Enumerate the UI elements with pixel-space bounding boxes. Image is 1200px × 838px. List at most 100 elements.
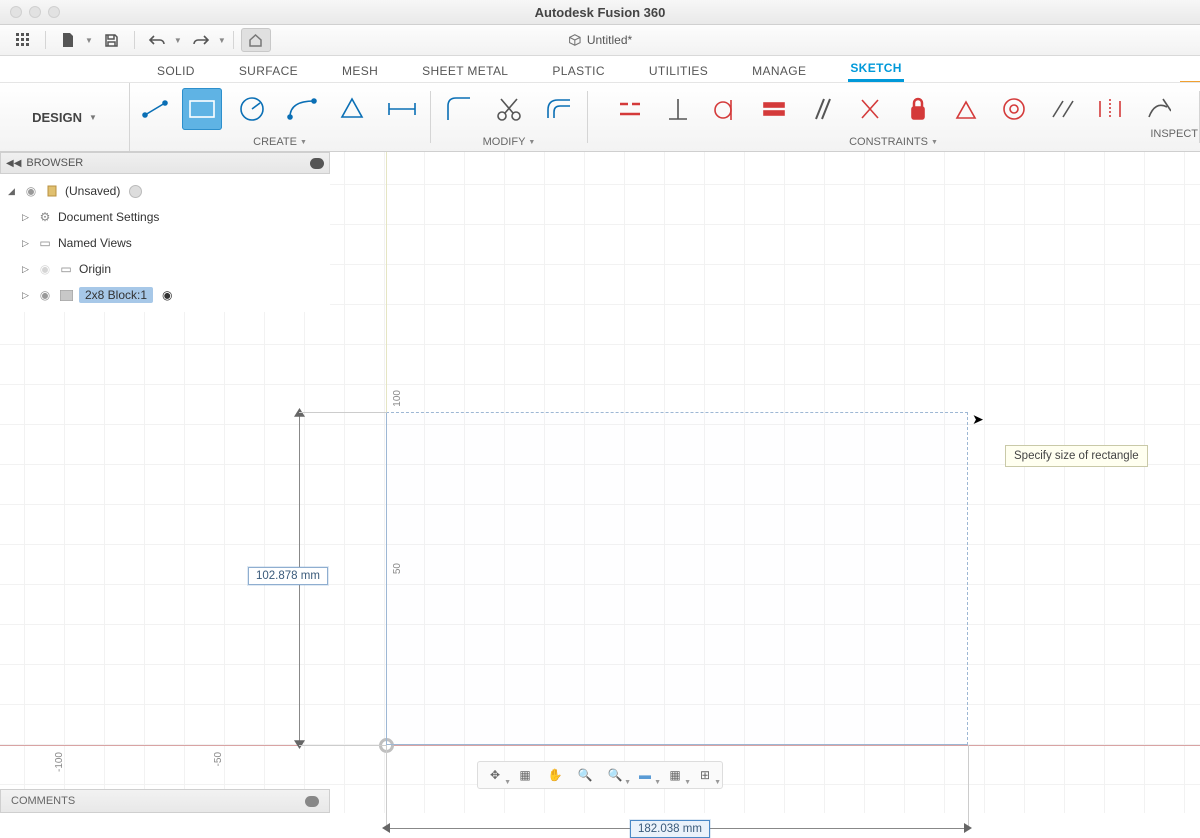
look-at-icon[interactable]: ▦ xyxy=(514,765,536,785)
origin-point-icon[interactable] xyxy=(379,738,394,753)
viewport-icon[interactable]: ⊞▼ xyxy=(694,765,716,785)
height-dimension-input[interactable]: 102.878 mm xyxy=(248,567,328,585)
arrow-up-icon xyxy=(294,408,305,419)
coincident-constraint-icon[interactable] xyxy=(853,88,887,130)
tree-root[interactable]: ◢ ◉ (Unsaved) xyxy=(0,178,330,204)
app-title: Autodesk Fusion 360 xyxy=(535,5,666,20)
perpendicular-constraint-icon[interactable] xyxy=(661,88,695,130)
modify-group-label[interactable]: MODIFY xyxy=(483,134,536,151)
equal-constraint-icon[interactable] xyxy=(757,88,791,130)
undo-icon[interactable] xyxy=(142,28,172,52)
browser-header[interactable]: ◀◀ BROWSER xyxy=(0,152,330,174)
collinear-constraint-icon[interactable] xyxy=(1045,88,1079,130)
expand-icon[interactable] xyxy=(305,796,319,807)
orbit-icon[interactable]: ✥▼ xyxy=(484,765,506,785)
workspace-selector[interactable]: DESIGN xyxy=(0,83,130,151)
folder-icon: ▭ xyxy=(37,236,53,250)
x-axis xyxy=(0,745,1200,746)
cursor-icon: ➤ xyxy=(972,411,984,428)
constraints-group: CONSTRAINTS xyxy=(588,83,1199,151)
undo-dropdown[interactable]: ▼ xyxy=(174,36,182,45)
folder-icon: ▭ xyxy=(58,262,74,276)
new-file-icon[interactable] xyxy=(53,28,83,52)
parallel-constraint-icon[interactable] xyxy=(805,88,839,130)
quick-access-toolbar: ▼ ▼ ▼ Untitled* xyxy=(0,25,1200,56)
create-group-label[interactable]: CREATE xyxy=(253,134,307,151)
collapse-icon[interactable] xyxy=(310,158,324,169)
visibility-icon[interactable]: ◉ xyxy=(23,184,39,198)
width-dimension-input[interactable]: 182.038 mm xyxy=(630,820,710,838)
tab-sketch[interactable]: SKETCH xyxy=(848,57,904,82)
redo-dropdown[interactable]: ▼ xyxy=(218,36,226,45)
tab-mesh[interactable]: MESH xyxy=(340,60,380,82)
redo-icon[interactable] xyxy=(186,28,216,52)
titlebar: Autodesk Fusion 360 xyxy=(0,0,1200,25)
circle-tool-icon[interactable] xyxy=(232,88,272,130)
zoom-window-icon[interactable]: 🔍▼ xyxy=(604,765,626,785)
axis-label: 100 xyxy=(392,390,403,407)
trim-tool-icon[interactable] xyxy=(489,88,529,130)
home-icon[interactable] xyxy=(241,28,271,52)
browser-panel: ◀◀ BROWSER ◢ ◉ (Unsaved) ▷ ⚙ Document Se… xyxy=(0,152,330,312)
comments-label: COMMENTS xyxy=(11,795,75,807)
tree-item-settings[interactable]: ▷ ⚙ Document Settings xyxy=(0,204,330,230)
fix-constraint-icon[interactable] xyxy=(901,88,935,130)
minimize-window-icon[interactable] xyxy=(29,6,41,18)
tab-solid[interactable]: SOLID xyxy=(155,60,197,82)
gear-icon: ⚙ xyxy=(37,210,53,224)
visibility-icon[interactable]: ◉ xyxy=(37,262,53,276)
tab-manage[interactable]: MANAGE xyxy=(750,60,808,82)
tab-sheet-metal[interactable]: SHEET METAL xyxy=(420,60,510,82)
dimension-tool-icon[interactable] xyxy=(382,88,422,130)
close-window-icon[interactable] xyxy=(10,6,22,18)
horizontal-constraint-icon[interactable] xyxy=(613,88,647,130)
radio-icon[interactable]: ◉ xyxy=(162,288,172,302)
tangent-constraint-icon[interactable] xyxy=(709,88,743,130)
midpoint-constraint-icon[interactable] xyxy=(949,88,983,130)
tab-surface[interactable]: SURFACE xyxy=(237,60,300,82)
concentric-constraint-icon[interactable] xyxy=(997,88,1031,130)
offset-tool-icon[interactable] xyxy=(539,88,579,130)
sketch-rectangle[interactable] xyxy=(386,412,968,745)
symmetry-constraint-icon[interactable] xyxy=(1093,88,1127,130)
root-label: (Unsaved) xyxy=(65,184,120,198)
display-settings-icon[interactable]: ▬▼ xyxy=(634,765,656,785)
rectangle-tool-icon[interactable] xyxy=(182,88,222,130)
line-tool-icon[interactable] xyxy=(138,88,172,130)
body-icon xyxy=(58,290,74,301)
axis-label: -50 xyxy=(213,752,224,766)
fillet-tool-icon[interactable] xyxy=(439,88,479,130)
visibility-icon[interactable]: ◉ xyxy=(37,288,53,302)
vertical-dimension-line xyxy=(299,412,300,745)
axis-label: 50 xyxy=(392,563,403,574)
create-group: CREATE xyxy=(130,83,430,151)
comments-panel[interactable]: COMMENTS xyxy=(0,789,330,813)
tab-plastic[interactable]: PLASTIC xyxy=(550,60,607,82)
constraints-group-label[interactable]: CONSTRAINTS xyxy=(849,134,938,151)
apps-grid-icon[interactable] xyxy=(8,28,38,52)
component-icon xyxy=(44,184,60,198)
tree-item-origin[interactable]: ▷ ◉ ▭ Origin xyxy=(0,256,330,282)
status-icon[interactable] xyxy=(129,185,142,198)
ribbon-tabs: SOLID SURFACE MESH SHEET METAL PLASTIC U… xyxy=(0,56,1200,82)
zoom-icon[interactable]: 🔍 xyxy=(574,765,596,785)
save-icon[interactable] xyxy=(97,28,127,52)
inspect-group-label[interactable]: INSPECT xyxy=(1150,128,1198,140)
document-name: Untitled* xyxy=(587,33,632,47)
document-tab[interactable]: Untitled* xyxy=(568,33,632,47)
polygon-tool-icon[interactable] xyxy=(332,88,372,130)
browser-tree: ◢ ◉ (Unsaved) ▷ ⚙ Document Settings ▷ ▭ … xyxy=(0,174,330,312)
grid-settings-icon[interactable]: ▦▼ xyxy=(664,765,686,785)
curvature-constraint-icon[interactable] xyxy=(1141,88,1175,130)
tree-item-views[interactable]: ▷ ▭ Named Views xyxy=(0,230,330,256)
tab-utilities[interactable]: UTILITIES xyxy=(647,60,710,82)
new-file-dropdown[interactable]: ▼ xyxy=(85,36,93,45)
tree-item-component[interactable]: ▷ ◉ 2x8 Block:1 ◉ xyxy=(0,282,330,308)
modify-group: MODIFY xyxy=(431,83,587,151)
pan-icon[interactable]: ✋ xyxy=(544,765,566,785)
window-controls[interactable] xyxy=(10,6,60,18)
arrow-right-icon xyxy=(962,823,972,833)
arc-tool-icon[interactable] xyxy=(282,88,322,130)
browser-title: BROWSER xyxy=(26,157,83,169)
maximize-window-icon[interactable] xyxy=(48,6,60,18)
